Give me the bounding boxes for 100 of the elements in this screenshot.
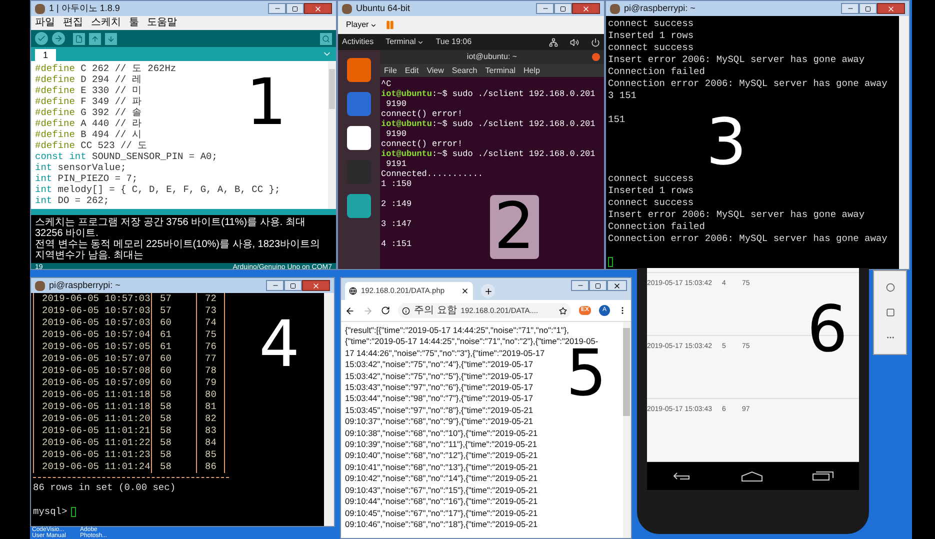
menu-item[interactable]: 스케치 <box>91 18 121 28</box>
arrow-up-icon <box>91 34 99 42</box>
serial-monitor-button[interactable] <box>320 32 332 44</box>
maximize-icon <box>865 6 871 12</box>
code-line: #define B 494 // 시 <box>35 129 143 140</box>
save-button[interactable] <box>105 32 117 44</box>
handwritten-number: 6 <box>807 298 848 362</box>
reload-icon[interactable] <box>381 306 390 315</box>
json-text-line: 09:10:40","noise":"68","no":"12"},{"time":"2019-05-21 <box>345 450 539 462</box>
table-cell: 74 <box>197 317 225 329</box>
app-icon <box>342 4 352 14</box>
menu-item[interactable]: Terminal <box>485 64 516 76</box>
terminal-line: 1 :150 <box>381 179 413 189</box>
table-cell: 81 <box>197 401 225 413</box>
back-icon[interactable] <box>672 471 692 481</box>
code-line: #define CC 523 // 도 <box>35 140 149 151</box>
search-icon <box>322 34 330 42</box>
menu-item[interactable]: 도움말 <box>147 18 177 28</box>
table-cell: 2019-06-05 11:01:20 <box>34 413 152 425</box>
security-label: 주의 요함 <box>414 306 457 316</box>
info-icon[interactable] <box>402 306 410 314</box>
upload-button[interactable] <box>52 32 65 45</box>
minimize-icon <box>274 5 280 12</box>
json-text-line: 15:03:42","noise":"75","no":"5"},{"time":"2019-05-17 <box>345 370 534 382</box>
close-icon[interactable] <box>461 287 469 295</box>
terminal-line: ^C <box>381 79 392 89</box>
activities-button[interactable]: Activities <box>342 36 374 48</box>
close-button[interactable] <box>877 3 905 14</box>
menu-item[interactable]: 툴 <box>129 18 139 28</box>
handwritten-number: 3 <box>706 111 747 175</box>
menu-item[interactable]: View <box>426 64 444 76</box>
window-title: pi@raspberrypi: ~ <box>624 2 696 15</box>
code-line: int sensorValue; <box>35 162 128 173</box>
maximize-button[interactable] <box>554 3 572 14</box>
json-text-line: 17 14:44:26","noise":"75","no":"3"},{"time":"2019-05-17 <box>345 348 546 360</box>
app-menu[interactable]: Terminal <box>386 36 424 48</box>
new-tab-button[interactable] <box>481 284 495 298</box>
close-button[interactable] <box>302 280 330 291</box>
terminal-line: 9190 <box>385 129 408 139</box>
table-cell: 78 <box>197 365 225 377</box>
code-line: #define G 392 // 솔 <box>35 107 143 118</box>
handwritten-number: 2 <box>490 195 539 259</box>
json-text-line: 15:03:44","noise":"98","no":"7"},{"time":"2019-05-17 <box>345 393 534 405</box>
close-button[interactable] <box>572 3 600 14</box>
app-icon <box>35 4 45 14</box>
player-menu[interactable]: Player <box>346 19 377 31</box>
circle-icon[interactable] <box>886 283 894 292</box>
code-line: int PIN_PIEZO = 7; <box>35 173 139 184</box>
volume-icon[interactable] <box>570 38 579 46</box>
power-icon[interactable] <box>591 38 600 46</box>
code-line: int melody[] = { C, D, E, F, G, A, B, CC }; <box>35 184 282 195</box>
table-cell: 72 <box>197 293 225 305</box>
code-line: #define A 440 // 라 <box>35 118 143 129</box>
table-cell: 85 <box>197 449 225 461</box>
maximize-button[interactable] <box>589 280 607 291</box>
open-button[interactable] <box>89 32 101 44</box>
menu-item[interactable]: Help <box>523 64 540 76</box>
terminal-line: 3 151 <box>608 90 638 102</box>
maximize-button[interactable] <box>284 280 302 291</box>
json-text-line: {"result":[{"time":"2019-05-17 14:44:25","noise":"71","no":"1"}, <box>345 325 570 336</box>
pause-icon[interactable] <box>384 20 395 30</box>
menu-item[interactable]: 편집 <box>63 18 83 28</box>
home-icon[interactable] <box>740 470 763 482</box>
clock[interactable]: Tue 19:06 <box>436 36 472 48</box>
code-line: const int SOUND_SENSOR_PIN = A0; <box>35 151 218 162</box>
star-icon[interactable] <box>558 306 567 314</box>
sketch-tab[interactable]: 1 <box>35 49 56 61</box>
square-icon[interactable] <box>886 308 894 317</box>
maximize-button[interactable] <box>859 3 877 14</box>
table-cell: 60 <box>152 365 197 377</box>
json-text-line: 09:10:44","noise":"68","no":"16"},{"time":"2019-05-21 <box>345 496 539 508</box>
result-summary: 86 rows in set (0.00 sec) <box>33 482 177 494</box>
terminal-line: connect() error! <box>381 139 464 149</box>
close-button[interactable] <box>607 280 627 291</box>
table-cell: 2019-06-05 10:57:04 <box>34 329 152 341</box>
verify-button[interactable] <box>35 32 48 45</box>
back-icon[interactable] <box>345 306 355 316</box>
mysql-prompt: mysql> <box>33 506 68 518</box>
minimize-icon <box>576 282 584 289</box>
network-icon[interactable] <box>549 38 558 46</box>
table-cell: 60 <box>152 377 197 389</box>
table-cell: 58 <box>152 389 197 401</box>
json-text-line: 09:10:42","noise":"68","no":"14"},{"time":"2019-05-21 <box>345 473 539 485</box>
code-line: #define C 262 // 도 262Hz <box>35 63 178 74</box>
json-text-line: {"time":"2019-05-17 14:44:25","noise":"71","no":"2"},{"time":"2019-05- <box>345 336 600 348</box>
menu-item[interactable]: Edit <box>404 64 419 76</box>
table-cell: 2019-06-05 10:57:03 <box>34 293 152 305</box>
menu-item[interactable]: 파일 <box>35 18 55 28</box>
table-cell: 58 <box>152 401 197 413</box>
close-button[interactable] <box>304 3 332 14</box>
menu-item[interactable]: Search <box>452 64 478 76</box>
terminal-line: Connection error 2006: MySQL server has gone away <box>608 233 888 245</box>
terminal-line: iot@ubuntu:~$ sudo ./sclient 192.168.0.201 <box>381 89 596 99</box>
terminal-line: 2 :149 <box>381 199 413 209</box>
recents-icon[interactable] <box>812 471 834 481</box>
menu-item[interactable]: File <box>384 64 397 76</box>
table-cell: 2019-06-05 11:01:18 <box>34 389 152 401</box>
new-button[interactable] <box>73 32 85 44</box>
maximize-button[interactable] <box>286 3 304 14</box>
maximize-icon <box>560 6 566 12</box>
